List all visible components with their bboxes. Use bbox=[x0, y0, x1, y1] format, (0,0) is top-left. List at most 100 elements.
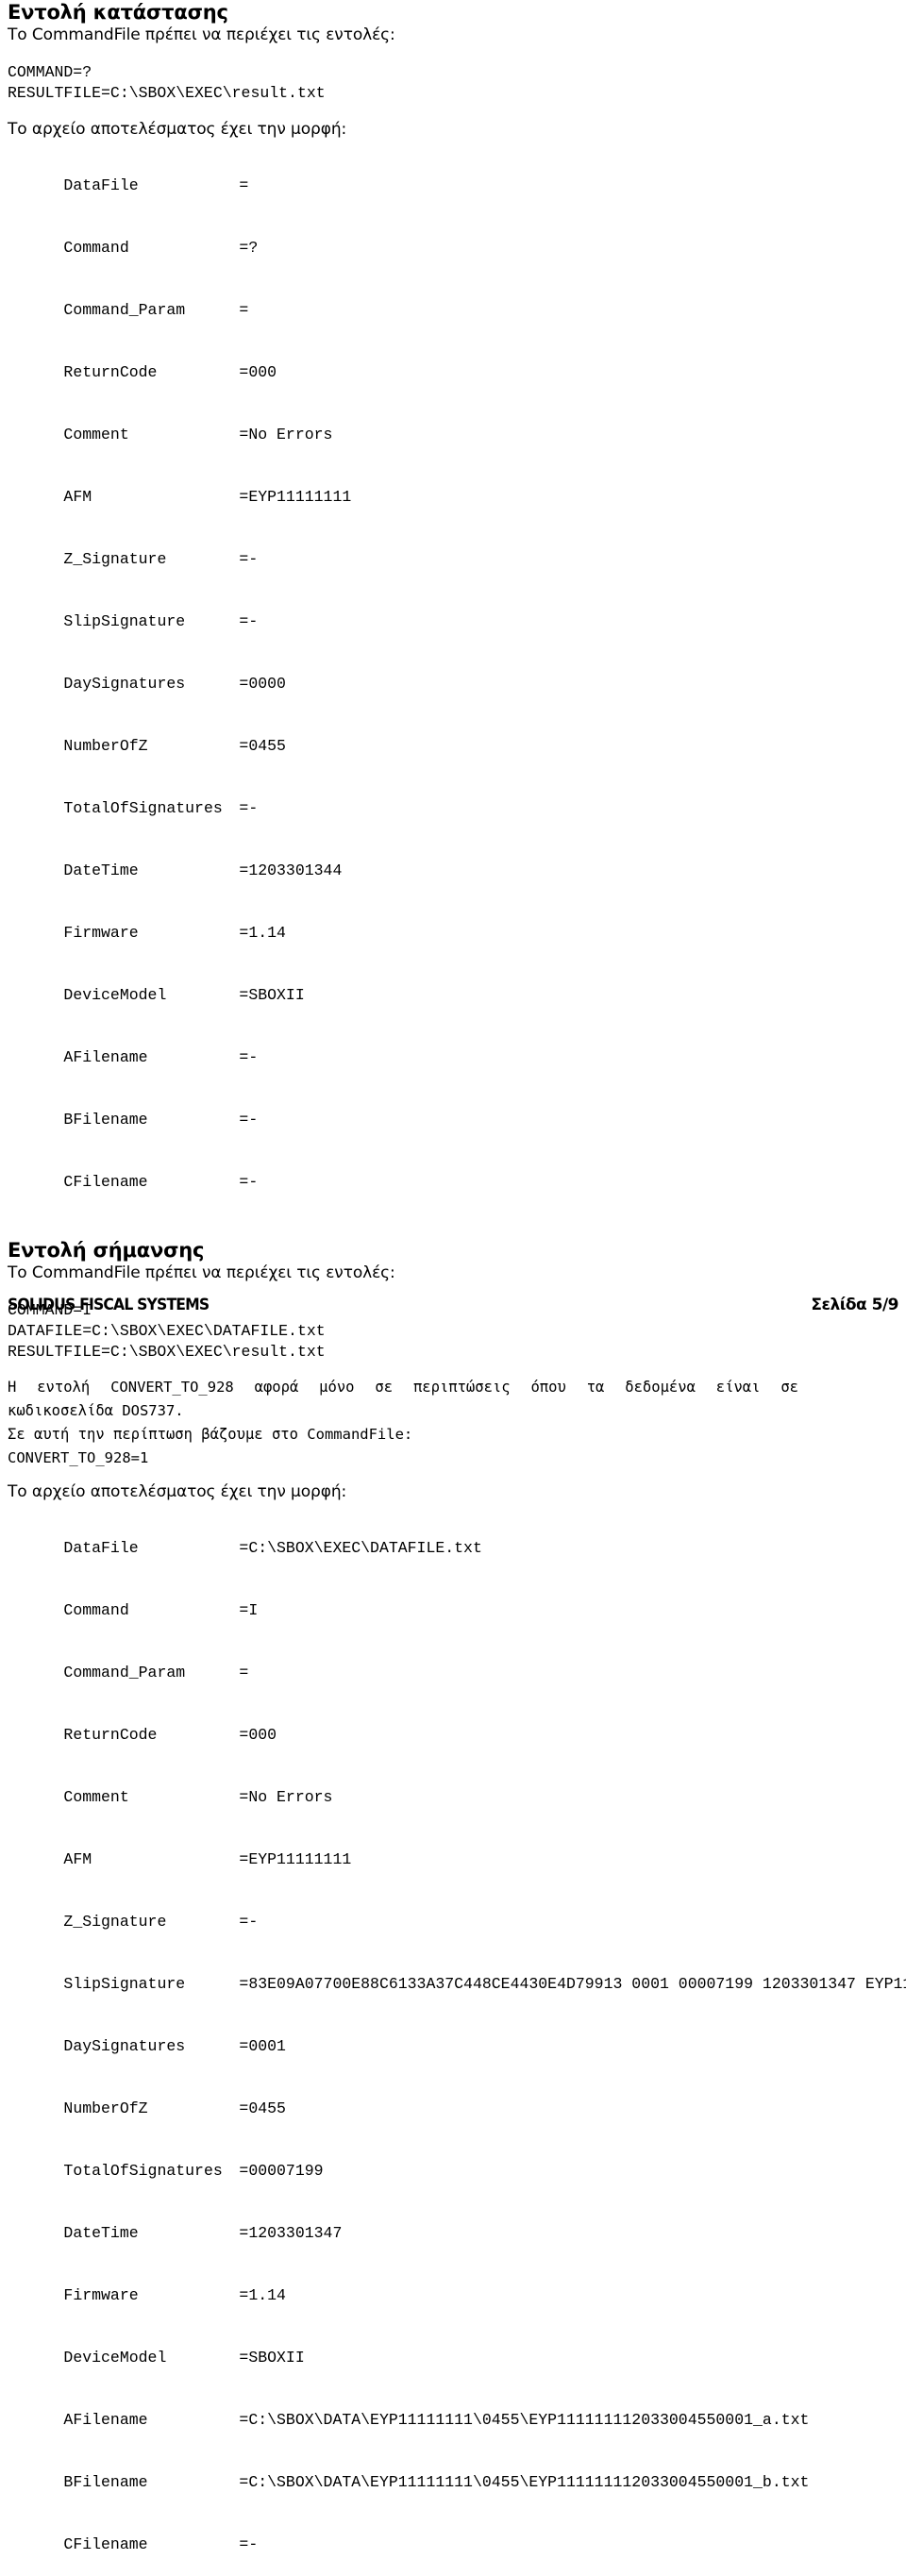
status-result-lead: Το αρχείο αποτελέσματος έχει την μορφή: bbox=[8, 120, 347, 139]
field-value: =83E09A07700E88C6133A37C448CE4430E4D7991… bbox=[239, 1975, 906, 1993]
result-field-row: BFilename =- bbox=[8, 1089, 898, 1151]
field-value: =0000 bbox=[239, 675, 286, 693]
signing-command-lead: Το CommandFile πρέπει να περιέχει τις εν… bbox=[8, 1263, 395, 1282]
field-key: SlipSignature bbox=[63, 612, 186, 630]
field-key: Command bbox=[63, 239, 129, 257]
code-line: DATAFILE=C:\SBOX\EXEC\DATAFILE.txt bbox=[8, 1322, 326, 1340]
result-field-row: NumberOfZ =0455 bbox=[8, 2078, 898, 2140]
footer-brand: SOLIDUS FISCAL SYSTEMS bbox=[8, 1296, 210, 1314]
status-command-lead: Το CommandFile πρέπει να περιέχει τις εν… bbox=[8, 25, 395, 44]
field-value: =EYP11111111 bbox=[239, 488, 352, 506]
result-field-row: Command_Param = bbox=[8, 279, 898, 342]
field-key: TotalOfSignatures bbox=[63, 799, 223, 817]
field-value: =- bbox=[239, 2535, 259, 2553]
signing-result-lead: Το αρχείο αποτελέσματος έχει την μορφή: bbox=[8, 1482, 347, 1501]
result-field-row: Command_Param = bbox=[8, 1642, 898, 1704]
field-value: =C:\SBOX\DATA\EYP11111111\0455\EYP111111… bbox=[239, 2411, 810, 2429]
field-key: Z_Signature bbox=[63, 1913, 167, 1931]
result-field-row: Firmware =1.14 bbox=[8, 2265, 898, 2327]
field-key: Command bbox=[63, 1601, 129, 1619]
field-key: BFilename bbox=[63, 1111, 148, 1129]
field-key: AFM bbox=[63, 488, 92, 506]
result-field-row: Command =? bbox=[8, 217, 898, 279]
field-key: DataFile bbox=[63, 176, 139, 194]
result-field-row: TotalOfSignatures =00007199 bbox=[8, 2140, 898, 2202]
field-value: =0455 bbox=[239, 2099, 286, 2117]
field-key: Comment bbox=[63, 426, 129, 443]
field-value: =000 bbox=[239, 363, 277, 381]
field-key: AFilename bbox=[63, 2411, 148, 2429]
field-value: =1203301344 bbox=[239, 861, 343, 879]
field-key: DaySignatures bbox=[63, 2037, 186, 2055]
result-field-row: NumberOfZ =0455 bbox=[8, 715, 898, 778]
field-value: =No Errors bbox=[239, 426, 333, 443]
result-field-row: AFM =EYP11111111 bbox=[8, 1829, 898, 1891]
field-value: =? bbox=[239, 239, 259, 257]
field-value: =C:\SBOX\DATA\EYP11111111\0455\EYP111111… bbox=[239, 2473, 810, 2491]
field-value: =- bbox=[239, 1111, 259, 1129]
field-value: = bbox=[239, 176, 249, 194]
result-field-row: DataFile =C:\SBOX\EXEC\DATAFILE.txt bbox=[8, 1517, 898, 1580]
result-field-row: TotalOfSignatures =- bbox=[8, 778, 898, 840]
field-key: DateTime bbox=[63, 861, 139, 879]
field-value: =EYP11111111 bbox=[239, 1850, 352, 1868]
result-field-row: Comment =No Errors bbox=[8, 404, 898, 466]
result-field-row: CFilename =- bbox=[8, 2514, 898, 2576]
field-value: =1.14 bbox=[239, 924, 286, 942]
result-field-row: AFilename =- bbox=[8, 1027, 898, 1089]
field-key: AFM bbox=[63, 1850, 92, 1868]
status-command-code-block: COMMAND=? RESULTFILE=C:\SBOX\EXEC\result… bbox=[8, 62, 898, 104]
field-key: Firmware bbox=[63, 2286, 139, 2304]
result-field-row: Firmware =1.14 bbox=[8, 902, 898, 964]
result-field-row: DaySignatures =0001 bbox=[8, 2016, 898, 2078]
result-field-row: Comment =No Errors bbox=[8, 1766, 898, 1829]
note-line: Η εντολή CONVERT_TO_928 αφορά μόνο σε πε… bbox=[8, 1379, 798, 1396]
field-key: ReturnCode bbox=[63, 1726, 158, 1744]
field-key: CFilename bbox=[63, 1173, 148, 1191]
result-field-row: CFilename =- bbox=[8, 1151, 898, 1213]
result-field-row: DateTime =1203301347 bbox=[8, 2202, 898, 2265]
field-key: DaySignatures bbox=[63, 675, 186, 693]
convert-to-928-note: Η εντολή CONVERT_TO_928 αφορά μόνο σε πε… bbox=[8, 1376, 898, 1470]
result-field-row: DataFile = bbox=[8, 155, 898, 217]
field-key: Command_Param bbox=[63, 1664, 186, 1681]
field-value: =0001 bbox=[239, 2037, 286, 2055]
field-value: =No Errors bbox=[239, 1788, 333, 1806]
field-key: Comment bbox=[63, 1788, 129, 1806]
result-field-row: DeviceModel =SBOXII bbox=[8, 2327, 898, 2389]
field-value: =- bbox=[239, 1048, 259, 1066]
result-field-row: DaySignatures =0000 bbox=[8, 653, 898, 715]
field-key: AFilename bbox=[63, 1048, 148, 1066]
status-command-heading: Εντολή κατάστασης bbox=[8, 1, 228, 24]
page-footer: SOLIDUS FISCAL SYSTEMS Σελίδα 5/9 bbox=[8, 1296, 898, 1314]
result-field-row: DateTime =1203301344 bbox=[8, 840, 898, 902]
code-line: RESULTFILE=C:\SBOX\EXEC\result.txt bbox=[8, 84, 326, 102]
field-key: Firmware bbox=[63, 924, 139, 942]
result-field-row: ReturnCode =000 bbox=[8, 1704, 898, 1766]
field-value: =0455 bbox=[239, 737, 286, 755]
field-key: DataFile bbox=[63, 1539, 139, 1557]
result-field-row: DeviceModel =SBOXII bbox=[8, 964, 898, 1027]
note-line: CONVERT_TO_928=1 bbox=[8, 1449, 149, 1466]
field-value: =1.14 bbox=[239, 2286, 286, 2304]
field-key: Z_Signature bbox=[63, 550, 167, 568]
field-key: SlipSignature bbox=[63, 1975, 186, 1993]
field-value: =00007199 bbox=[239, 2162, 324, 2180]
field-value: = bbox=[239, 1664, 249, 1681]
field-key: BFilename bbox=[63, 2473, 148, 2491]
result-field-row: Z_Signature =- bbox=[8, 528, 898, 591]
field-value: =- bbox=[239, 799, 259, 817]
field-key: Command_Param bbox=[63, 301, 186, 319]
result-field-row: ReturnCode =000 bbox=[8, 342, 898, 404]
field-value: =SBOXII bbox=[239, 2349, 305, 2367]
footer-page-number: Σελίδα 5/9 bbox=[811, 1296, 898, 1314]
signing-command-heading: Εντολή σήμανσης bbox=[8, 1239, 205, 1262]
field-value: =- bbox=[239, 1173, 259, 1191]
field-value: =- bbox=[239, 1913, 259, 1931]
field-key: TotalOfSignatures bbox=[63, 2162, 223, 2180]
document-page: Εντολή κατάστασης Το CommandFile πρέπει … bbox=[0, 0, 906, 2553]
